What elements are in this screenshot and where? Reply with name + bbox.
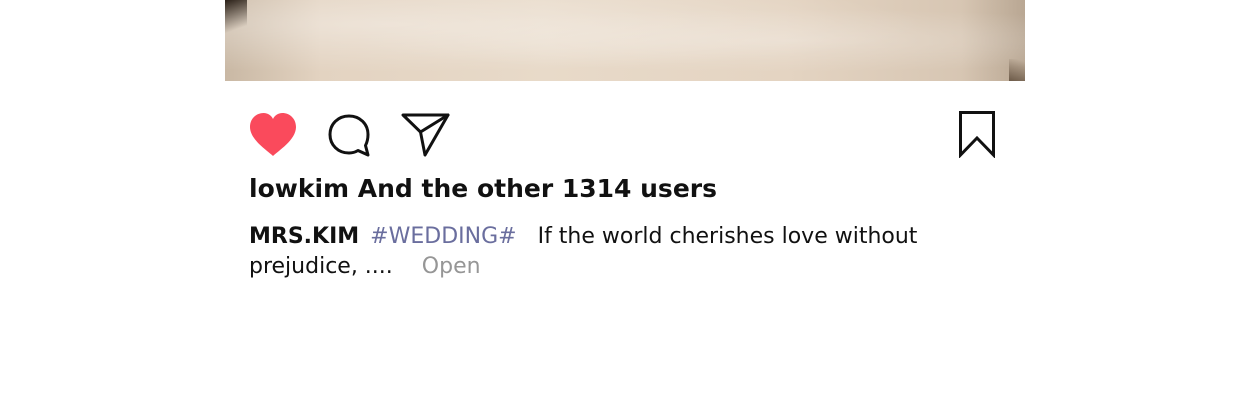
caption-hashtag[interactable]: #WEDDING# bbox=[370, 224, 516, 249]
comment-bubble-icon[interactable] bbox=[327, 113, 373, 159]
paper-plane-icon[interactable] bbox=[401, 111, 451, 157]
caption-username[interactable]: MRS.KIM bbox=[249, 224, 359, 249]
likes-summary[interactable]: lowkim And the other 1314 users bbox=[249, 174, 717, 203]
post-image bbox=[225, 0, 1025, 81]
caption-open-link[interactable]: Open bbox=[422, 254, 481, 279]
post-caption: MRS.KIM #WEDDING# If the world cherishes… bbox=[249, 222, 939, 282]
post-action-bar bbox=[225, 104, 1025, 164]
post-image-shadow bbox=[225, 0, 247, 40]
post-image-shadow bbox=[1009, 59, 1025, 81]
heart-icon[interactable] bbox=[248, 112, 298, 158]
bookmark-icon[interactable] bbox=[958, 110, 998, 158]
